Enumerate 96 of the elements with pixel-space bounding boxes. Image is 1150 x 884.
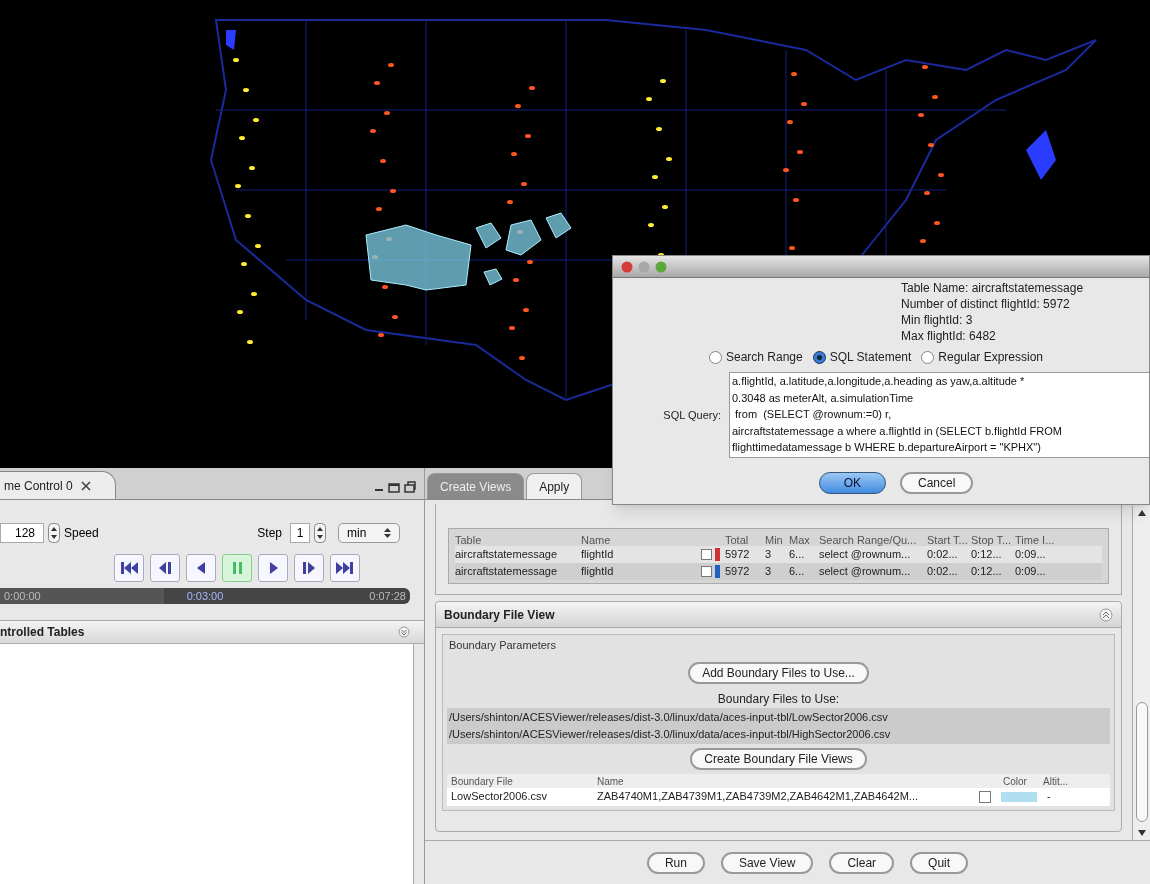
zoom-icon (655, 260, 667, 273)
back-button[interactable] (186, 554, 216, 582)
end-time: 0:07:28 (369, 588, 407, 604)
file-path[interactable]: /Users/shinton/ACESViewer/releases/dist-3.0/linux/data/aces-input-tbl/LowSector2006.csv (449, 708, 1108, 726)
file-path[interactable]: /Users/shinton/ACESViewer/releases/dist-3.0/linux/data/aces-input-tbl/HighSector2006.csv (449, 725, 1108, 743)
color-swatch[interactable] (715, 565, 720, 578)
checkbox[interactable] (701, 549, 712, 560)
scrollbar[interactable] (1132, 506, 1150, 840)
ok-button[interactable]: OK (818, 472, 886, 494)
restore-icon (404, 481, 416, 493)
section-header: Boundary File View (436, 602, 1121, 628)
step-field[interactable]: 1 (290, 523, 310, 543)
query-field[interactable]: a.flightId, a.latitude,a.longitude,a.heading as yaw,a.altitude * 0.3048 as meterAlt, a.simulationTime from (SELECT @rownum:=0) r, aircraftstatemessage a where a.flightId in (SELECT b.flightId FROM flighttimedatamessage b WHERE b.departureAirport = "KPHX") (729, 372, 1149, 458)
table-cell-text: - (1046, 789, 1052, 805)
info-text: Table Name: aircraftstatemessage (901, 280, 1085, 296)
info-text: Max flightId: 6482 (901, 328, 997, 344)
cancel-button[interactable]: Cancel (900, 472, 974, 494)
step-back-button[interactable] (150, 554, 180, 582)
table-cell-text: 3 (765, 547, 773, 563)
scroll-down-icon (1137, 830, 1146, 836)
step-forward-button[interactable] (294, 554, 324, 582)
column-header: Max (789, 533, 811, 548)
table-cell-text: 5972 (725, 547, 751, 563)
table-cell-text: 6... (789, 547, 806, 563)
speed-label: Speed (64, 525, 99, 542)
start-time: 0:00:00 (3, 588, 41, 604)
table-cell-text: aircraftstatemessage (455, 564, 559, 580)
table-cell-text: select @rownum... (819, 547, 912, 563)
last-button[interactable] (330, 554, 360, 582)
current-time: 0:03:00 (186, 588, 224, 604)
table-cell-text: 0:12... (971, 564, 1003, 580)
maximize-icon (388, 481, 400, 493)
scroll-up-icon (1137, 510, 1146, 516)
first-button[interactable] (114, 554, 144, 582)
column-header: Total (725, 533, 750, 548)
table-cell-text: 0:12... (971, 547, 1003, 563)
expand-icon (398, 626, 410, 638)
column-header: Stop T... (971, 533, 1013, 548)
column-header: Color (1002, 774, 1028, 789)
table-cell-text: LowSector2006.csv (450, 789, 548, 805)
action-button[interactable]: Clear (829, 851, 895, 874)
group-title: Boundary Parameters (448, 638, 557, 653)
column-header: Search Range/Qu... (819, 533, 918, 548)
collapse-icon (1099, 607, 1113, 622)
column-header: Time I... (1015, 533, 1056, 548)
table-cell-text: 0:09... (1015, 547, 1047, 563)
timeline-bar[interactable]: 0:00:00 0:03:00 0:07:28 (0, 588, 410, 604)
play-button[interactable] (258, 554, 288, 582)
table-cell-text: 3 (765, 564, 773, 580)
color-swatch[interactable] (715, 548, 720, 561)
step-label: Step (257, 525, 282, 542)
info-text: Min flightId: 3 (901, 312, 974, 328)
table-cell-text: 0:02... (927, 547, 959, 563)
column-header: Min (765, 533, 784, 548)
column-header: Start T... (927, 533, 969, 548)
action-button[interactable]: Quit (910, 851, 969, 874)
scrollbar-thumb[interactable] (1135, 702, 1148, 822)
minimize-icon (638, 260, 650, 273)
table-cell-text: 5972 (725, 564, 751, 580)
checkbox[interactable] (979, 790, 991, 803)
close-icon (80, 480, 91, 491)
column-header: Name (596, 774, 625, 789)
column-header: Altit... (1042, 774, 1069, 789)
radio-option[interactable]: Regular Expression (921, 348, 1044, 366)
tab[interactable]: Apply (526, 473, 583, 499)
table-cell-text: 0:02... (927, 564, 959, 580)
table-cell-text: flightId (581, 564, 615, 580)
query-label: SQL Query: (662, 407, 722, 423)
action-button[interactable]: Save View (720, 851, 814, 874)
table-cell-text: flightId (581, 547, 615, 563)
info-text: Number of distinct flightId: 5972 (901, 296, 1071, 312)
column-header: Table (455, 533, 483, 548)
checkbox[interactable] (701, 566, 712, 577)
view-tab[interactable]: me Control 0 (0, 471, 116, 499)
unit-dropdown[interactable]: min (338, 523, 400, 543)
section-header: ntrolled Tables (0, 620, 424, 644)
color-swatch[interactable] (1001, 791, 1037, 802)
table-cell-text: 0:09... (1015, 564, 1047, 580)
table-cell-text: 6... (789, 564, 806, 580)
close-icon (621, 260, 633, 273)
table-cell-text: select @rownum... (819, 564, 912, 580)
table-cell-text: ZAB4740M1,ZAB4739M1,ZAB4739M2,ZAB4642M1,ZAB4642M... (596, 789, 919, 805)
column-header: Boundary File (450, 774, 514, 789)
spinner-icon (314, 523, 326, 543)
column-header: Name (581, 533, 612, 548)
radio-option[interactable]: SQL Statement (812, 348, 912, 366)
minimize-icon (374, 489, 384, 491)
add-files-button[interactable]: Add Boundary Files to Use... (688, 661, 869, 684)
spinner-icon (48, 523, 60, 543)
table-cell-text: aircraftstatemessage (455, 547, 559, 563)
updown-icon (384, 527, 391, 539)
speed-field[interactable]: 128 (0, 523, 44, 543)
radio-option[interactable]: Search Range (709, 348, 803, 366)
files-label: Boundary Files to Use: (717, 690, 840, 708)
create-views-button[interactable]: Create Boundary File Views (690, 747, 867, 770)
action-button[interactable]: Run (646, 851, 705, 874)
